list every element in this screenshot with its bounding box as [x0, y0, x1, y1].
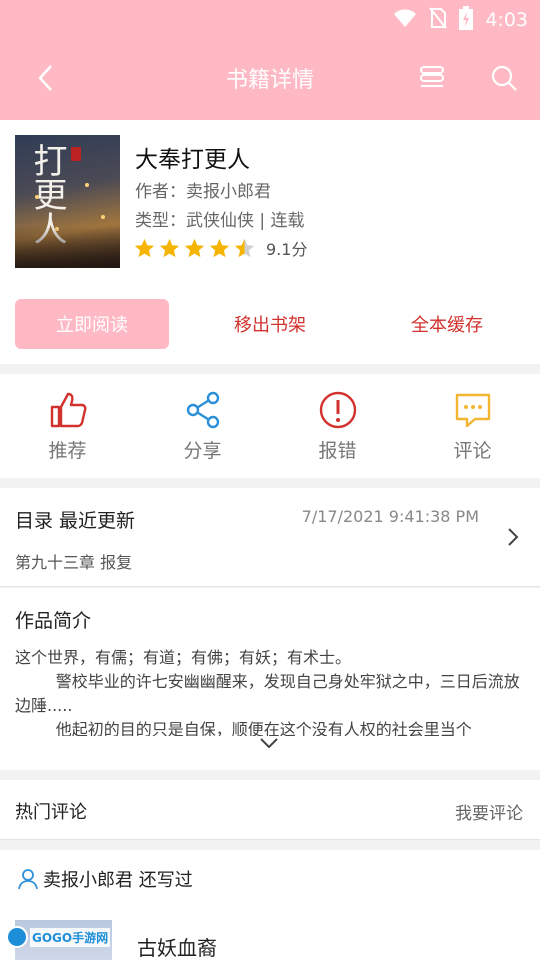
layout-icon — [420, 66, 444, 87]
watermark-logo: GOGO手游网 — [6, 924, 112, 950]
other-book-title[interactable]: 古妖血裔 — [137, 932, 217, 960]
thumbs-up-icon — [50, 392, 87, 428]
hot-comments-title: 热门评论 — [15, 802, 87, 823]
chevron-down-icon — [260, 738, 278, 749]
table-of-contents-row[interactable]: 目录 最近更新 7/17/2021 9:41:38 PM 第九十三章 报复 — [0, 488, 540, 587]
page-title: 书籍详情 — [225, 68, 314, 93]
share-icon — [186, 391, 220, 429]
read-now-button[interactable]: 立即阅读 — [15, 299, 169, 349]
book-info-card: 打更人 大奉打更人 作者：卖报小郎君 类型：武侠仙侠 | 连载 9.1分 立即阅… — [0, 120, 540, 364]
top-app-bar: 书籍详情 — [0, 36, 540, 120]
status-time: 4:03 — [485, 9, 528, 31]
recommend-button[interactable]: 推荐 — [0, 374, 135, 478]
book-cover[interactable]: 打更人 — [15, 135, 120, 268]
action-row: 推荐 分享 报错 评论 — [0, 374, 540, 478]
star-icon — [134, 238, 155, 257]
recommend-label: 推荐 — [48, 440, 87, 462]
star-icon — [209, 238, 230, 257]
toc-update-time: 7/17/2021 9:41:38 PM — [301, 507, 479, 526]
comment-label: 评论 — [453, 440, 492, 462]
synopsis-line: 警校毕业的许七安幽幽醒来，发现自己身处牢狱之中，三日后流放边陲..... — [15, 672, 520, 715]
remove-from-shelf-button[interactable]: 移出书架 — [200, 299, 340, 349]
status-bar: 4:03 — [0, 0, 540, 36]
watermark-text: GOGO手游网 — [30, 927, 111, 947]
share-button[interactable]: 分享 — [135, 374, 270, 478]
search-icon — [491, 65, 517, 91]
comment-icon — [455, 393, 491, 428]
cache-all-button[interactable]: 全本缓存 — [380, 299, 514, 349]
book-title: 大奉打更人 — [135, 147, 250, 173]
also-wrote-title: 卖报小郎君 还写过 — [43, 870, 193, 891]
cover-seal — [71, 147, 81, 161]
book-type: 类型：武侠仙侠 | 连载 — [135, 211, 305, 231]
hot-comments-header: 热门评论 我要评论 — [0, 780, 540, 840]
synopsis-text: 这个世界，有儒；有道；有佛；有妖；有术士。 警校毕业的许七安幽幽醒来，发现自己身… — [15, 646, 527, 736]
user-icon — [18, 869, 38, 890]
star-icon — [159, 238, 180, 257]
layout-button[interactable] — [414, 60, 450, 96]
watermark-logo-icon — [6, 926, 28, 948]
rating: 9.1分 — [133, 236, 307, 260]
star-half-icon — [234, 238, 255, 257]
no-sim-icon — [429, 7, 448, 33]
comment-button[interactable]: 评论 — [405, 374, 540, 478]
star-icon — [184, 238, 205, 257]
battery-charging-icon — [459, 6, 474, 34]
book-author[interactable]: 作者：卖报小郎君 — [135, 177, 271, 202]
synopsis-title: 作品简介 — [15, 610, 92, 632]
synopsis-line: 这个世界，有儒；有道；有佛；有妖；有术士。 — [15, 648, 352, 667]
alert-icon — [319, 391, 357, 429]
toc-title: 目录 最近更新 — [15, 510, 136, 532]
rating-score: 9.1分 — [266, 240, 308, 259]
latest-chapter: 第九十三章 报复 — [15, 553, 133, 572]
search-button[interactable] — [486, 60, 522, 96]
synopsis-section: 作品简介 这个世界，有儒；有道；有佛；有妖；有术士。 警校毕业的许七安幽幽醒来，… — [0, 588, 540, 770]
report-error-button[interactable]: 报错 — [270, 374, 405, 478]
write-comment-button[interactable]: 我要评论 — [455, 799, 523, 824]
cover-cityscape — [15, 226, 120, 268]
chevron-right-icon — [508, 528, 519, 546]
wifi-icon — [393, 7, 417, 33]
share-label: 分享 — [183, 440, 222, 462]
report-error-label: 报错 — [318, 440, 357, 462]
expand-synopsis-button[interactable] — [258, 734, 280, 752]
